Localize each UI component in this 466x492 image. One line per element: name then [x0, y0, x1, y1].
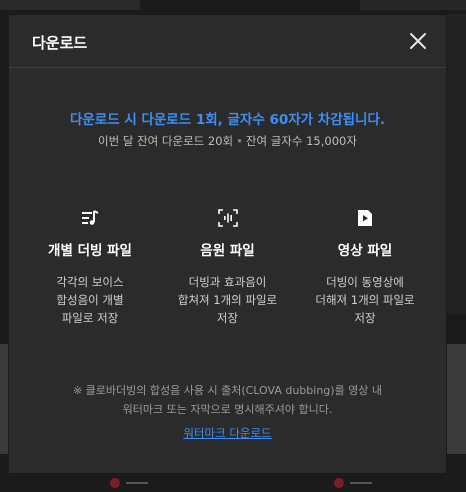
option-audio-file[interactable]: 음원 파일 더빙과 효과음이 합쳐져 1개의 파일로 저장	[169, 207, 287, 327]
record-dot-icon	[334, 478, 344, 488]
modal-header: 다운로드	[9, 15, 446, 68]
download-modal: 다운로드 다운로드 시 다운로드 1회, 글자수 60자가 차감됩니다. 이번 …	[8, 14, 447, 474]
option-title: 영상 파일	[337, 243, 393, 259]
option-title: 음원 파일	[200, 243, 255, 259]
modal-title: 다운로드	[32, 34, 88, 52]
video-file-icon	[306, 207, 424, 229]
option-description: 더빙과 효과음이 합쳐져 1개의 파일로 저장	[177, 275, 278, 325]
music-list-icon	[31, 207, 149, 229]
download-options: 개별 더빙 파일 각각의 보이스 합성음이 개별 파일로 저장 음원 파일 더빙…	[9, 207, 446, 327]
remaining-downloads: 이번 달 잔여 다운로드 20회	[98, 134, 234, 148]
deduction-notice: 다운로드 시 다운로드 1회, 글자수 60자가 차감됩니다.	[69, 112, 386, 128]
backdrop-thumbnail	[446, 344, 466, 454]
option-video-file[interactable]: 영상 파일 더빙이 동영상에 더해져 1개의 파일로 저장	[306, 207, 424, 327]
backdrop-fragment	[320, 474, 380, 492]
remaining-quota: 이번 달 잔여 다운로드 20회 • 잔여 글자수 15,000자	[9, 133, 446, 149]
backdrop-fragment	[0, 0, 140, 10]
option-description: 각각의 보이스 합성음이 개별 파일로 저장	[56, 275, 124, 325]
option-description: 더빙이 동영상에 더해져 1개의 파일로 저장	[315, 275, 415, 325]
option-title: 개별 더빙 파일	[48, 243, 132, 259]
remaining-chars: 잔여 글자수 15,000자	[245, 134, 357, 148]
audio-waveform-icon	[169, 207, 287, 229]
record-dot-icon	[110, 478, 120, 488]
watermark-download: 워터마크 다운로드	[9, 422, 446, 441]
backdrop-fragment	[360, 0, 466, 10]
backdrop-fragment	[96, 474, 156, 492]
option-individual-dubbing[interactable]: 개별 더빙 파일 각각의 보이스 합성음이 개별 파일로 저장	[31, 207, 149, 327]
backdrop-fragment	[446, 14, 466, 314]
watermark-download-link[interactable]: 워터마크 다운로드	[183, 426, 271, 440]
attribution-footnote: ※ 클로바더빙의 합성음 사용 시 출처(CLOVA dubbing)를 영상 …	[72, 384, 383, 416]
separator-dot: •	[236, 134, 243, 148]
close-icon[interactable]	[408, 31, 428, 51]
